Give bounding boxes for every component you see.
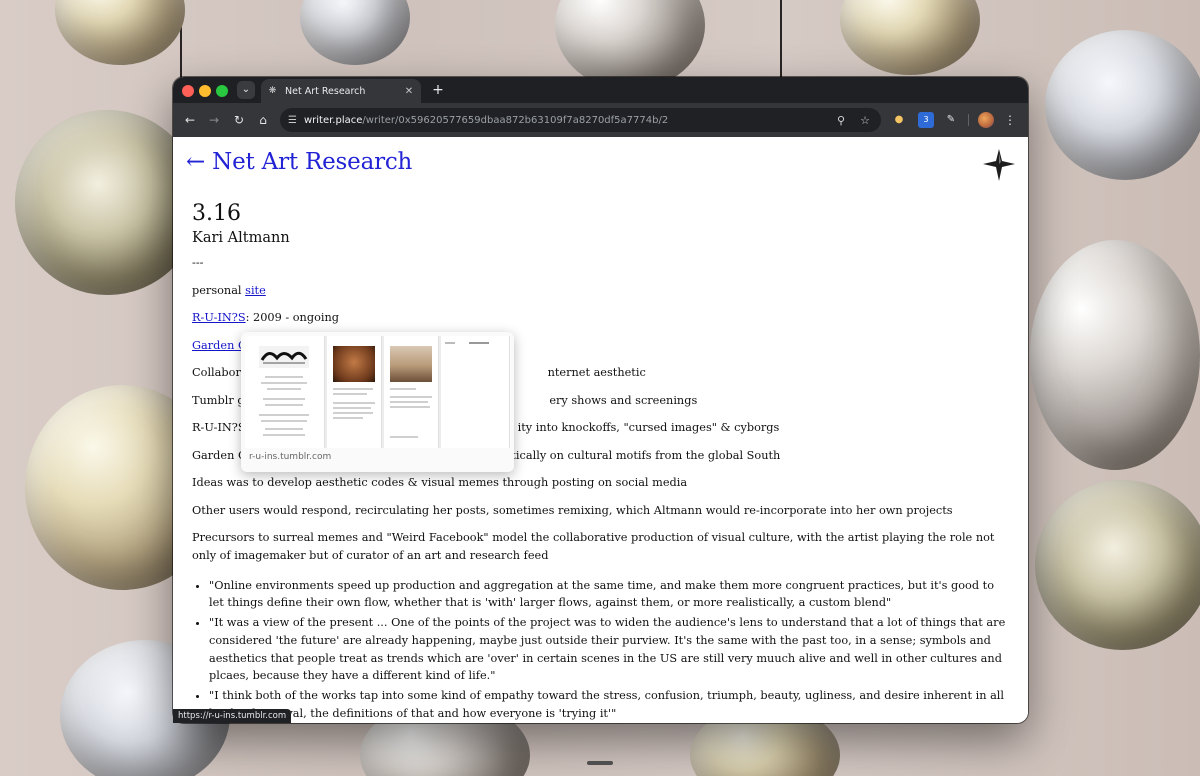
star-icon[interactable]: ☆	[857, 113, 873, 129]
extension-badge-icon[interactable]: 3	[918, 112, 934, 128]
preview-column	[327, 336, 382, 448]
preview-url: r-u-ins.tumblr.com	[249, 452, 332, 462]
ideas-paragraph: Ideas was to develop aesthetic codes & v…	[192, 476, 688, 489]
preview-column	[441, 336, 510, 448]
personal-label: personal	[192, 283, 246, 297]
pearl-image	[1045, 30, 1200, 180]
address-bar[interactable]: ☰ writer.place/writer/0x59620577659dbaa8…	[280, 108, 881, 132]
star-logo-icon[interactable]	[983, 149, 1015, 181]
plus-icon[interactable]: +	[428, 80, 448, 100]
runis-dates: : 2009 - ongoing	[245, 311, 339, 324]
list-item: "I think both of the works tap into some…	[209, 687, 1012, 723]
author-name: Kari Altmann	[192, 230, 290, 246]
url-path: /writer/0x59620577659dbaa872b63109f7a827…	[362, 114, 669, 126]
tab-net-art-research[interactable]: ❋ Net Art Research ✕	[261, 79, 421, 103]
pearl-image	[840, 0, 980, 75]
kebab-icon[interactable]: ⋮	[1003, 112, 1017, 128]
arrow-right-icon[interactable]: →	[205, 111, 223, 129]
link-preview-popup[interactable]: r-u-ins.tumblr.com	[241, 332, 514, 472]
page-title: 3.16	[192, 201, 241, 226]
list-item: "Online environments speed up production…	[209, 577, 1012, 613]
minimize-window-button[interactable]	[199, 85, 211, 97]
list-item: "It was a view of the present ... One of…	[209, 614, 1012, 685]
collab-start: Collabora	[192, 366, 248, 379]
writer-favicon-icon: ❋	[268, 85, 277, 96]
tab-title: Net Art Research	[285, 85, 366, 97]
link-status-bubble: https://r-u-ins.tumblr.com	[173, 709, 292, 723]
avatar[interactable]	[978, 112, 994, 128]
back-to-net-art-research-link[interactable]: ← Net Art Research	[186, 149, 412, 175]
toolbar-separator	[968, 114, 969, 126]
preview-column	[384, 336, 439, 448]
tab-bar: ⌄ ❋ Net Art Research ✕ +	[173, 77, 1028, 103]
tune-icon[interactable]: ☰	[288, 115, 297, 126]
runis-desc-start: R-U-IN?S	[192, 421, 246, 434]
quote-list: "Online environments speed up production…	[209, 575, 1012, 723]
dock-handle[interactable]	[587, 761, 613, 765]
browser-window: ⌄ ❋ Net Art Research ✕ + ← → ↻ ⌂ ☰ write…	[173, 77, 1028, 723]
pearl-image	[55, 0, 185, 65]
home-icon[interactable]: ⌂	[254, 111, 272, 129]
preview-column	[245, 336, 325, 448]
runis-logo-image	[259, 346, 309, 368]
web-page: ← Net Art Research 3.16 Kari Altmann ---…	[173, 137, 1028, 723]
chevron-down-icon[interactable]: ⌄	[237, 81, 255, 99]
fullscreen-window-button[interactable]	[216, 85, 228, 97]
arrow-left-icon[interactable]: ←	[181, 111, 199, 129]
pearl-image	[300, 0, 410, 65]
garden-link[interactable]: Garden C	[192, 339, 247, 352]
close-icon[interactable]: ✕	[403, 86, 415, 97]
pearl-image	[1030, 240, 1200, 470]
runis-link[interactable]: R-U-IN?S	[192, 311, 246, 324]
garden-desc-end: stically on cultural motifs from the glo…	[505, 448, 781, 462]
personal-site-line: personal site	[192, 282, 1012, 300]
users-paragraph: Other users would respond, recirculating…	[192, 503, 953, 517]
runis-line: R-U-IN?S: 2009 - ongoing	[192, 309, 1012, 327]
collab-end: nternet aesthetic	[547, 366, 646, 379]
url-host: writer.place	[303, 114, 363, 126]
tumblr-end: ery shows and screenings	[549, 393, 698, 407]
magnifier-icon[interactable]: ⚲	[833, 113, 849, 129]
reload-icon[interactable]: ↻	[230, 111, 248, 129]
divider-text: ---	[192, 256, 204, 269]
close-window-button[interactable]	[182, 85, 194, 97]
runis-desc-end: ity into knockoffs, "cursed images" & cy…	[517, 421, 780, 434]
garden-desc-start: Garden C	[192, 448, 247, 462]
puzzle-icon[interactable]: ✎	[943, 112, 959, 128]
pearl-image	[1035, 480, 1200, 650]
precursors-paragraph: Precursors to surreal memes and "Weird F…	[192, 531, 995, 562]
preview-thumbnail	[245, 336, 510, 448]
personal-site-link[interactable]: site	[245, 284, 266, 297]
extension-icon[interactable]: ●	[891, 112, 907, 128]
browser-toolbar: ← → ↻ ⌂ ☰ writer.place/writer/0x59620577…	[173, 103, 1028, 137]
